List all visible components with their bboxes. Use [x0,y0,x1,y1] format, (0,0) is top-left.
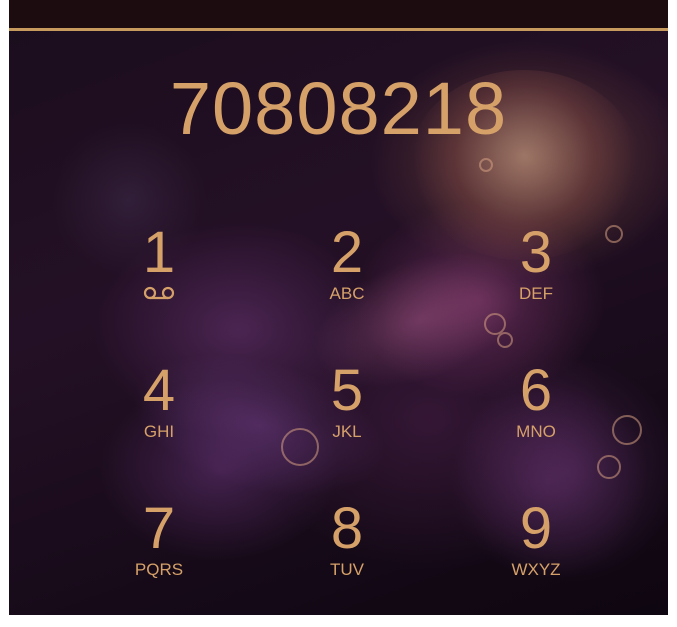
key-8[interactable]: 8 TUV [277,498,417,615]
key-letters: PQRS [134,560,184,579]
key-letters: TUV [330,560,364,579]
dialer-screen: 70808218 1 2 ABC 3 DEF 4 GHI 5 JKL 6 MNO… [9,0,668,615]
voicemail-icon [143,286,175,300]
wallpaper-bubble [479,158,493,172]
key-5[interactable]: 5 JKL [277,360,417,480]
key-letters: DEF [519,284,553,303]
key-9[interactable]: 9 WXYZ [466,498,606,615]
key-digit: 1 [142,220,176,285]
key-digit: 7 [142,496,176,561]
key-digit: 2 [330,220,364,285]
key-2[interactable]: 2 ABC [277,222,417,342]
key-digit: 9 [519,496,553,561]
key-digit: 5 [330,358,364,423]
status-bar [9,0,668,28]
key-letters: JKL [332,422,362,441]
wallpaper-bubble [612,415,642,445]
wallpaper-bubble [605,225,623,243]
dialed-number-display[interactable]: 70808218 [9,64,668,154]
key-6[interactable]: 6 MNO [466,360,606,480]
key-digit: 3 [519,220,553,285]
key-4[interactable]: 4 GHI [89,360,229,480]
key-3[interactable]: 3 DEF [466,222,606,342]
key-digit: 4 [142,358,176,423]
key-7[interactable]: 7 PQRS [89,498,229,615]
key-letters: GHI [143,422,175,441]
key-1[interactable]: 1 [89,222,229,342]
key-letters: ABC [329,284,365,303]
key-digit: 6 [519,358,553,423]
status-divider [9,28,668,31]
key-digit: 8 [330,496,364,561]
key-letters: WXYZ [511,560,561,579]
key-letters: MNO [516,422,556,441]
